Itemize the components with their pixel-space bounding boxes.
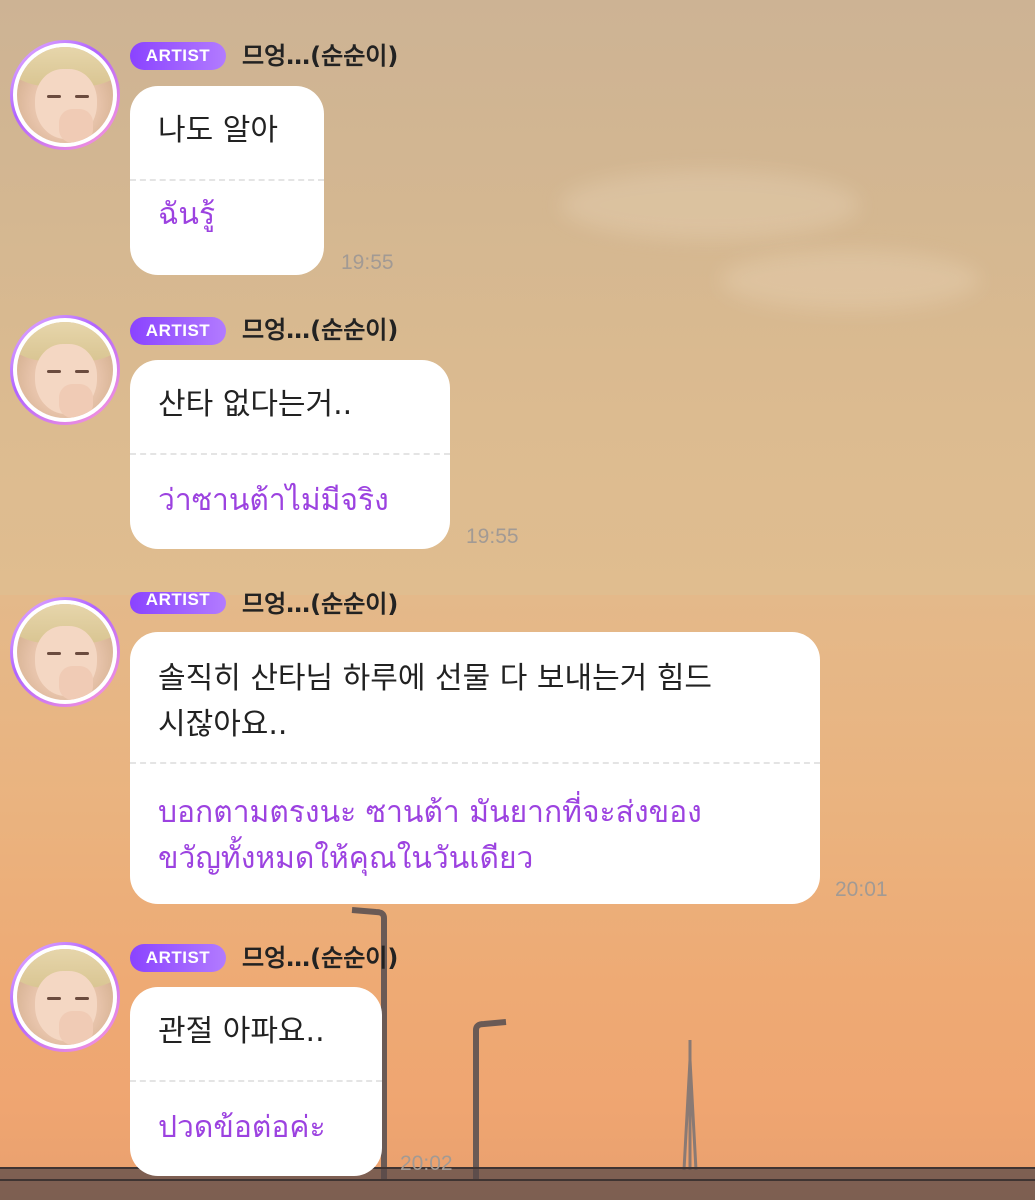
original-text-line: 시잖아요..: [158, 707, 288, 742]
sender-name: 므엉…(순순이): [242, 590, 399, 618]
translation-text: ฉันรู้: [158, 197, 216, 232]
original-text: 관절 아파요..: [158, 1014, 325, 1049]
translation-divider: [130, 762, 820, 764]
sender-name: 므엉…(순순이): [242, 42, 399, 70]
artist-badge: ARTIST: [130, 317, 226, 345]
translation-divider: [130, 453, 450, 455]
original-text: 산타 없다는거..: [158, 387, 353, 422]
message-time: 20:02: [400, 1152, 453, 1175]
translation-text: บอกตามตรงนะ ซานต้า มันยากที่จะส่งของ ขวั…: [158, 790, 702, 882]
message-bubble[interactable]: 나도 알아 ฉันรู้: [130, 86, 324, 275]
artist-avatar[interactable]: [10, 40, 120, 150]
translation-text: ปวดข้อต่อค่ะ: [158, 1110, 326, 1145]
artist-avatar[interactable]: [10, 597, 120, 707]
sender-name: 므엉…(순순이): [242, 316, 399, 344]
message-time: 20:01: [835, 878, 888, 901]
translation-divider: [130, 179, 324, 181]
message-time: 19:55: [341, 251, 394, 274]
translation-text: ว่าซานต้าไม่มีจริง: [158, 483, 389, 518]
translation-divider: [130, 1080, 382, 1082]
avatar-photo-icon: [17, 604, 113, 700]
artist-badge: ARTIST: [130, 944, 226, 972]
message-bubble[interactable]: 산타 없다는거.. ว่าซานต้าไม่มีจริง: [130, 360, 450, 549]
avatar-photo-icon: [17, 322, 113, 418]
message-bubble[interactable]: 솔직히 산타님 하루에 선물 다 보내는거 힘드 시잖아요.. บอกตามตร…: [130, 632, 820, 904]
translation-text-line: ขวัญทั้งหมดให้คุณในวันเดียว: [158, 841, 534, 876]
artist-avatar[interactable]: [10, 315, 120, 425]
message-bubble[interactable]: 관절 아파요.. ปวดข้อต่อค่ะ: [130, 987, 382, 1176]
artist-badge: ARTIST: [130, 592, 226, 614]
original-text-line: 솔직히 산타님 하루에 선물 다 보내는거 힘드: [158, 661, 713, 696]
message-time: 19:55: [466, 525, 519, 548]
avatar-photo-icon: [17, 47, 113, 143]
original-text: 솔직히 산타님 하루에 선물 다 보내는거 힘드 시잖아요..: [158, 656, 712, 748]
avatar-photo-icon: [17, 949, 113, 1045]
translation-text-line: บอกตามตรงนะ ซานต้า มันยากที่จะส่งของ: [158, 795, 702, 830]
original-text: 나도 알아: [158, 113, 278, 148]
artist-avatar[interactable]: [10, 942, 120, 1052]
sender-name: 므엉…(순순이): [242, 944, 399, 972]
artist-badge: ARTIST: [130, 42, 226, 70]
